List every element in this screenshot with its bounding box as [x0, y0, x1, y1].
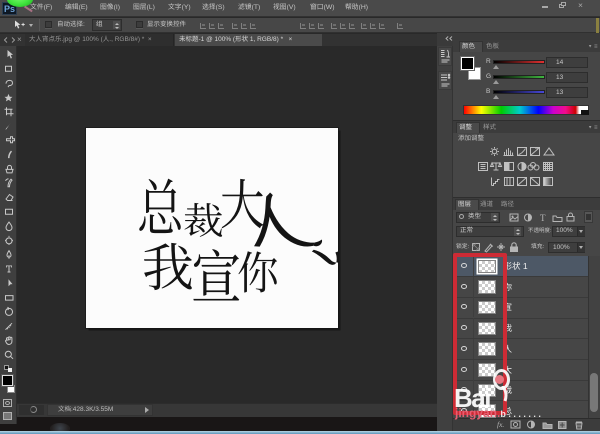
svg-text:T: T — [540, 213, 546, 223]
